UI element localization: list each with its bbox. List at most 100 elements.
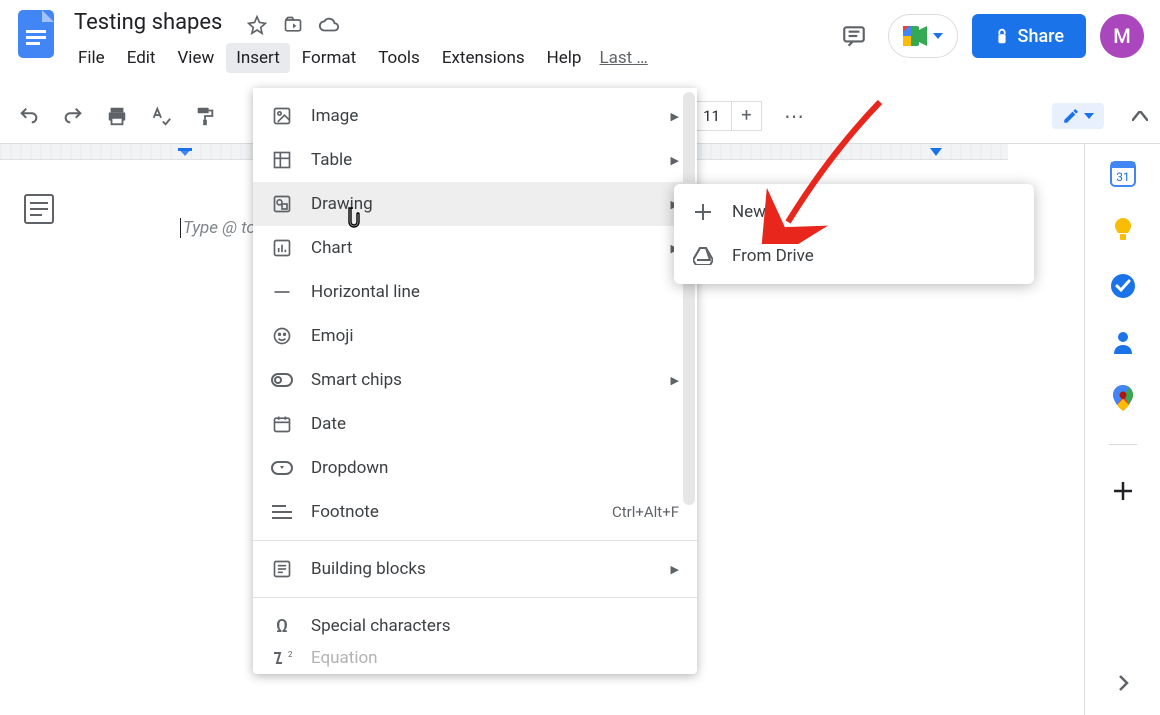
insert-table[interactable]: Table ▶ [253,138,697,182]
redo-icon[interactable] [60,103,86,129]
insert-dropdown[interactable]: Dropdown [253,446,697,490]
insert-equation[interactable]: 2 Equation [253,648,697,668]
insert-menu-dropdown: Image▶ Table▶ Drawing▶ Chart▶ Horizontal… [253,88,697,674]
smart-chips-icon [271,369,293,391]
svg-text:31: 31 [1116,170,1130,184]
svg-text:1: 1 [290,504,292,510]
insert-building-blocks[interactable]: Building blocks ▶ [253,547,697,591]
document-title[interactable]: Testing shapes [68,8,228,37]
menubar: File Edit View Insert Format Tools Exten… [68,43,648,73]
building-blocks-icon [271,558,293,580]
spellcheck-icon[interactable] [148,103,174,129]
menu-format[interactable]: Format [292,43,366,73]
share-button[interactable]: Share [972,14,1086,58]
collapse-toolbar-icon[interactable] [1132,111,1148,121]
insert-emoji[interactable]: Emoji [253,314,697,358]
calendar-addon-icon[interactable]: 31 [1109,160,1137,188]
drawing-icon [271,193,293,215]
submenu-arrow-icon: ▶ [671,110,679,123]
paint-format-icon[interactable] [192,103,218,129]
print-icon[interactable] [104,103,130,129]
comment-history-icon[interactable] [834,16,874,56]
insert-smart-chips[interactable]: Smart chips▶ [253,358,697,402]
svg-text:2: 2 [288,651,292,659]
toolbar-more-icon[interactable]: ⋯ [784,104,806,128]
submenu-arrow-icon: ▶ [671,154,679,167]
left-indent-marker[interactable] [178,148,192,160]
menu-help[interactable]: Help [537,43,592,73]
drawing-submenu: New From Drive [674,184,1034,284]
menu-label: Special characters [311,616,450,636]
emoji-icon [271,325,293,347]
menu-label: Chart [311,238,352,258]
docs-logo[interactable] [16,8,56,60]
sidepanel-divider [1109,444,1137,445]
show-outline-icon[interactable] [24,194,54,224]
menu-label: Horizontal line [311,282,420,302]
menu-insert[interactable]: Insert [226,43,290,73]
insert-date[interactable]: Date [253,402,697,446]
menu-separator [253,540,697,541]
menu-label: Building blocks [311,559,426,579]
font-size-control: 11 + [692,101,762,131]
insert-drawing[interactable]: Drawing▶ [253,182,697,226]
menu-label: Image [311,106,358,126]
insert-image[interactable]: Image ▶ [253,94,697,138]
side-panel: 31 [1084,144,1160,715]
drawing-new[interactable]: New [674,190,1034,234]
editing-mode-button[interactable] [1052,103,1104,129]
menu-label: Table [311,150,352,170]
menu-shortcut: Ctrl+Alt+F [612,503,679,521]
submenu-arrow-icon: ▶ [671,563,679,576]
insert-special-characters[interactable]: Ω Special characters [253,604,697,648]
horizontal-line-icon [271,281,293,303]
table-icon [271,149,293,171]
insert-footnote[interactable]: 1 Footnote Ctrl+Alt+F [253,490,697,534]
share-label: Share [1018,26,1064,47]
undo-icon[interactable] [16,103,42,129]
menu-file[interactable]: File [68,43,115,73]
menu-label: Equation [311,648,378,668]
footnote-icon: 1 [271,501,293,523]
insert-chart[interactable]: Chart▶ [253,226,697,270]
menu-label: Date [311,414,346,434]
menu-label: Footnote [311,502,379,522]
dropdown-icon [271,457,293,479]
header: Testing shapes File Edit View Insert For… [0,0,1160,88]
star-icon[interactable] [246,14,268,36]
right-indent-marker[interactable] [930,148,942,158]
image-icon [271,105,293,127]
header-right: Share M [834,8,1144,58]
font-size-increase[interactable]: + [732,101,762,131]
drawing-from-drive[interactable]: From Drive [674,234,1034,278]
menu-label: From Drive [732,246,814,266]
menu-label: Drawing [311,194,373,214]
menu-view[interactable]: View [167,43,224,73]
title-area: Testing shapes File Edit View Insert For… [68,8,648,73]
drive-icon [692,245,714,267]
user-avatar[interactable]: M [1100,14,1144,58]
date-icon [271,413,293,435]
meet-button[interactable] [888,14,958,58]
keep-addon-icon[interactable] [1109,216,1137,244]
insert-horizontal-line[interactable]: Horizontal line [253,270,697,314]
special-characters-icon: Ω [271,615,293,637]
menu-extensions[interactable]: Extensions [432,43,535,73]
equation-icon: 2 [271,648,293,668]
menu-edit[interactable]: Edit [117,43,166,73]
chart-icon [271,237,293,259]
tasks-addon-icon[interactable] [1109,272,1137,300]
cloud-status-icon[interactable] [318,14,340,36]
plus-icon [692,201,714,223]
menu-label: New [732,202,766,222]
get-addons-icon[interactable] [1109,477,1137,505]
hide-sidepanel-icon[interactable] [1109,669,1137,697]
menu-label: Smart chips [311,370,402,390]
maps-addon-icon[interactable] [1109,384,1137,412]
last-edit-link[interactable]: Last … [599,48,647,68]
menu-tools[interactable]: Tools [368,43,430,73]
move-icon[interactable] [282,14,304,36]
contacts-addon-icon[interactable] [1109,328,1137,356]
font-size-value[interactable]: 11 [692,101,732,131]
menu-label: Emoji [311,326,353,346]
